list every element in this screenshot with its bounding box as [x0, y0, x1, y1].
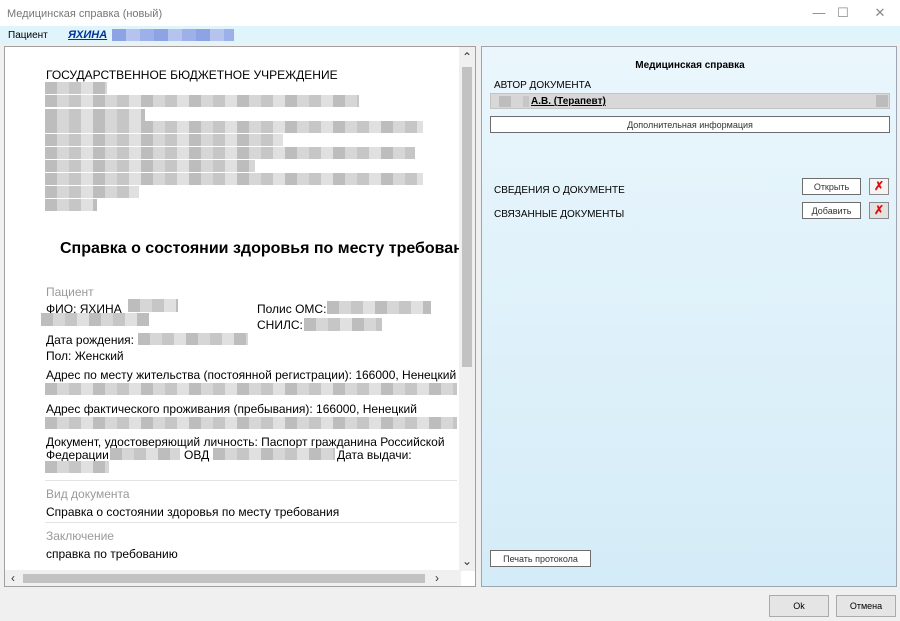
maximize-button[interactable]: ☐ [830, 3, 856, 23]
author-label: АВТОР ДОКУМЕНТА [494, 80, 592, 91]
ok-button[interactable]: Ok [769, 595, 829, 617]
doc-type-label: Вид документа [46, 487, 130, 501]
horizontal-scroll-thumb[interactable] [23, 574, 425, 583]
identity-document-field: Документ, удостоверяющий личность: Паспо… [46, 435, 445, 449]
redacted-block [499, 96, 529, 107]
doc-type-value: Справка о состоянии здоровья по месту тр… [46, 505, 340, 519]
redacted-block [45, 147, 415, 159]
document-side-panel: Медицинская справка АВТОР ДОКУМЕНТА А.В.… [481, 46, 897, 587]
window-title: Медицинская справка (новый) [7, 8, 163, 20]
minimize-button[interactable]: — [806, 3, 832, 23]
divider [45, 480, 457, 481]
actual-address-field: Адрес фактического проживания (пребывани… [46, 402, 417, 416]
redacted-block [45, 109, 145, 121]
document-preview-panel: ГОСУДАРСТВЕННОЕ БЮДЖЕТНОЕ УЧРЕЖДЕНИЕ Спр… [4, 46, 476, 587]
scroll-down-icon[interactable]: ⌄ [459, 553, 475, 569]
redacted-block [138, 333, 248, 345]
redacted-block [45, 121, 423, 133]
scroll-up-icon[interactable]: ⌃ [459, 49, 475, 65]
side-panel-title: Медицинская справка [635, 60, 745, 71]
redacted-block [213, 448, 335, 460]
scroll-right-icon[interactable]: › [429, 570, 445, 586]
horizontal-scrollbar[interactable]: ‹ › [5, 570, 461, 586]
doc-info-label: СВЕДЕНИЯ О ДОКУМЕНТЕ [494, 185, 625, 196]
patient-name-link[interactable]: ЯХИНА [68, 29, 107, 41]
birth-date-field: Дата рождения: [46, 333, 134, 347]
patient-bar: Пациент ЯХИНА [0, 26, 900, 44]
print-protocol-button[interactable]: Печать протокола [490, 550, 591, 567]
cancel-button[interactable]: Отмена [836, 595, 896, 617]
document-heading: Справка о состоянии здоровья по месту тр… [60, 240, 476, 257]
redacted-block [45, 160, 255, 172]
redacted-block [45, 461, 109, 473]
polis-field: Полис ОМС: [257, 302, 327, 316]
identity-document-ovd: ОВД [184, 448, 210, 462]
additional-info-button[interactable]: Дополнительная информация [490, 116, 890, 133]
redacted-block [304, 318, 382, 331]
redacted-block [45, 186, 139, 198]
author-field[interactable]: А.В. (Терапевт) [490, 93, 890, 109]
delete-icon[interactable]: ✗ [869, 202, 889, 219]
redacted-block [45, 82, 107, 94]
redacted-block [41, 313, 149, 326]
scroll-left-icon[interactable]: ‹ [5, 570, 21, 586]
identity-document-issue-date: Дата выдачи: [337, 448, 412, 462]
institution-title: ГОСУДАРСТВЕННОЕ БЮДЖЕТНОЕ УЧРЕЖДЕНИЕ [46, 68, 338, 82]
sex-field: Пол: Женский [46, 349, 124, 363]
redacted-block [45, 199, 97, 211]
redacted-block [128, 299, 178, 312]
window: Медицинская справка (новый) — ☐ ✕ Пациен… [0, 0, 900, 621]
redacted-block [327, 301, 431, 314]
conclusion-label: Заключение [46, 529, 114, 543]
title-bar: Медицинская справка (новый) — ☐ ✕ [0, 0, 900, 26]
open-button[interactable]: Открыть [802, 178, 861, 195]
redacted-block [45, 383, 457, 395]
add-button[interactable]: Добавить [802, 202, 861, 219]
patient-label: Пациент [8, 30, 48, 41]
vertical-scrollbar[interactable]: ⌃ ⌄ [459, 47, 475, 571]
linked-docs-label: СВЯЗАННЫЕ ДОКУМЕНТЫ [494, 209, 625, 220]
redacted-block [45, 134, 283, 146]
vertical-scroll-thumb[interactable] [462, 67, 472, 367]
redacted-block [45, 173, 423, 185]
registration-address-field: Адрес по месту жительства (постоянной ре… [46, 368, 457, 382]
footer: Ok Отмена [0, 589, 900, 621]
document-content: ГОСУДАРСТВЕННОЕ БЮДЖЕТНОЕ УЧРЕЖДЕНИЕ Спр… [5, 47, 475, 571]
conclusion-value: справка по требованию [46, 547, 178, 561]
delete-icon[interactable]: ✗ [869, 178, 889, 195]
author-name-link[interactable]: А.В. (Терапевт) [531, 96, 606, 107]
patient-section-label: Пациент [46, 285, 94, 299]
identity-document-federation: Федерации [46, 448, 109, 462]
redacted-block [45, 417, 457, 429]
close-button[interactable]: ✕ [867, 3, 893, 23]
redacted-block [110, 448, 180, 460]
snils-field: СНИЛС: [257, 318, 303, 332]
divider [45, 522, 457, 523]
author-dropdown-handle[interactable] [876, 95, 888, 107]
redacted-patient-name [112, 29, 234, 41]
redacted-block [45, 95, 359, 107]
